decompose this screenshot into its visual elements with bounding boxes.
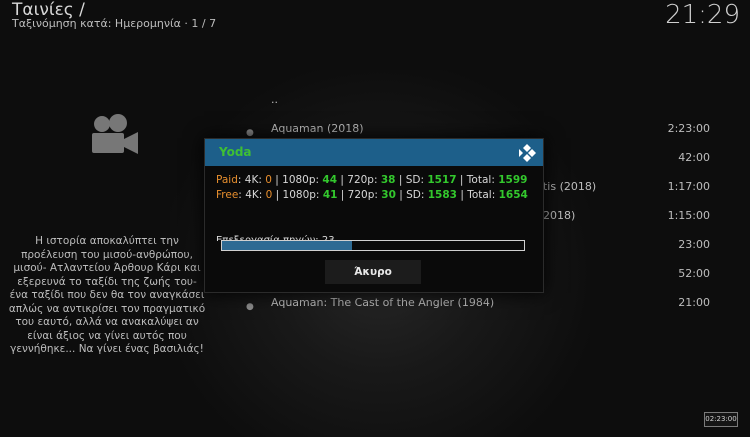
paid-4k-value: 0 [265, 174, 272, 186]
list-item[interactable]: ● Aquaman: The Cast of the Angler (1984)… [240, 295, 710, 324]
free-label: Free [216, 188, 239, 201]
free-stats: Free: 4K: 0 | 1080p: 41 | 720p: 30 | SD:… [216, 188, 528, 201]
list-item-duration: 21:00 [678, 296, 710, 309]
list-item-title: 2018) [543, 209, 576, 222]
paid-total-value: 1599 [498, 174, 528, 186]
free-total-value: 1654 [498, 188, 528, 201]
p1080-label: 1080p: [282, 174, 320, 186]
list-item-duration: 52:00 [678, 267, 710, 280]
sort-info: Ταξινόμηση κατά: Ημερομηνία · 1 / 7 [12, 17, 217, 30]
k4-label: 4K: [244, 174, 262, 186]
progress-bar-fill [222, 241, 352, 250]
list-item-parent[interactable]: .. [240, 92, 710, 121]
paid-stats: Paid: 4K: 0 | 1080p: 44 | 720p: 38 | SD:… [216, 174, 528, 186]
list-item-title: Aquaman (2018) [271, 122, 364, 135]
kodi-logo-icon [517, 143, 537, 163]
k4-label: 4K: [245, 188, 263, 201]
bullet-icon: ● [246, 302, 254, 312]
p1080-label: 1080p: [282, 188, 320, 201]
paid-720p-value: 38 [380, 174, 396, 186]
cancel-button[interactable]: Άκυρο [325, 260, 421, 284]
free-720p-value: 30 [381, 188, 396, 201]
paid-sd-value: 1517 [427, 174, 457, 186]
paid-label: Paid [216, 174, 238, 186]
plot-summary: Η ιστορία αποκαλύπτει την προέλευση του … [8, 235, 206, 355]
p720-label: 720p: [347, 188, 378, 201]
dialog-title: Yoda [219, 145, 252, 159]
progress-bar [221, 240, 525, 251]
list-item-duration: 2:23:00 [667, 122, 710, 135]
sd-label: SD: [405, 174, 424, 186]
list-item-duration: 42:00 [678, 151, 710, 164]
list-item-title: ntis (2018) [536, 180, 597, 193]
list-item-title: Aquaman: The Cast of the Angler (1984) [271, 296, 495, 309]
video-camera-icon [88, 113, 140, 157]
bullet-icon: ● [246, 128, 254, 138]
total-label: Total: [467, 188, 496, 201]
dialog-header: Yoda [205, 139, 543, 166]
free-sd-value: 1583 [427, 188, 457, 201]
duration-badge: 02:23:00 [704, 412, 738, 427]
list-item-duration: 1:15:00 [667, 209, 710, 222]
free-1080p-value: 41 [322, 188, 338, 201]
total-label: Total: [466, 174, 495, 186]
p720-label: 720p: [347, 174, 378, 186]
sd-label: SD: [406, 188, 425, 201]
clock: 21:29 [665, 0, 740, 30]
progress-dialog: Yoda Paid: 4K: 0 | 1080p: 44 | 720p: 38 … [204, 138, 544, 293]
list-item-duration: 23:00 [678, 238, 710, 251]
paid-1080p-value: 44 [322, 174, 338, 186]
list-item-duration: 1:17:00 [667, 180, 710, 193]
list-item-title: .. [271, 93, 278, 106]
dialog-body: Paid: 4K: 0 | 1080p: 44 | 720p: 38 | SD:… [216, 173, 532, 202]
free-4k-value: 0 [265, 188, 273, 201]
